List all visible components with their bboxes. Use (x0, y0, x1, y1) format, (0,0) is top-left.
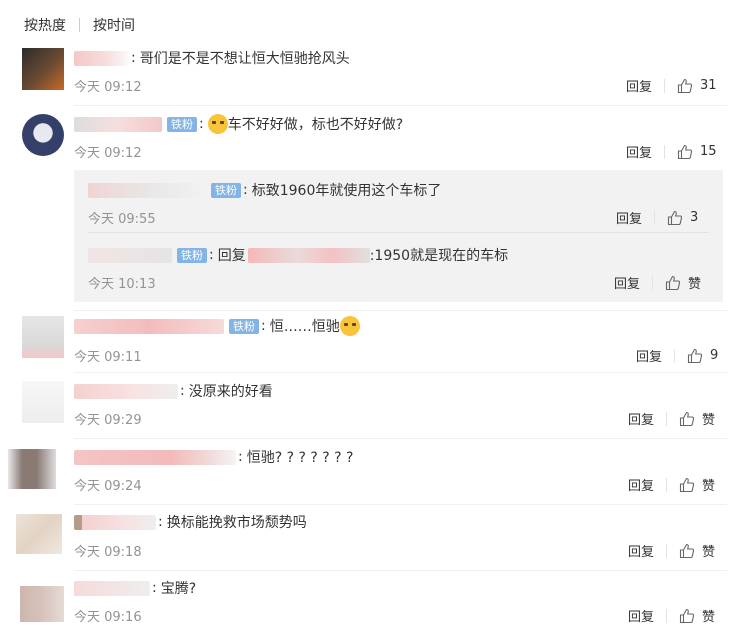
reply-thread: 铁粉 : 标致1960年就使用这个车标了 今天 09:55 回复 3 铁粉 : … (74, 170, 723, 302)
thumbs-up-icon (679, 411, 695, 426)
username-blurred[interactable] (88, 247, 172, 263)
like-count: 9 (710, 348, 719, 363)
comment-text: 车不好好做，标也不好好做? (227, 117, 404, 133)
divider (74, 105, 727, 106)
thumbs-up-icon (677, 144, 693, 159)
like-count: 15 (700, 144, 717, 159)
username-blurred[interactable] (74, 449, 236, 465)
like-button[interactable]: 赞 (679, 541, 715, 560)
like-button[interactable]: 9 (687, 348, 718, 364)
thumbs-up-icon (679, 608, 695, 623)
reply-prefix: 回复 (217, 248, 246, 264)
username-blurred[interactable] (74, 514, 156, 530)
fan-badge: 铁粉 (177, 247, 207, 263)
thumbs-up-icon (679, 477, 695, 492)
divider (74, 438, 727, 439)
divider (74, 372, 727, 373)
reply-button[interactable]: 回复 (628, 475, 654, 494)
like-button[interactable]: 3 (667, 210, 698, 226)
tab-separator (79, 18, 80, 32)
comment-text: 恒……恒驰 (269, 319, 340, 335)
reply-button[interactable]: 回复 (628, 541, 654, 560)
avatar[interactable] (20, 586, 64, 622)
divider (74, 310, 727, 311)
reply-button[interactable]: 回复 (616, 208, 642, 227)
like-button[interactable]: 赞 (679, 606, 715, 625)
username-blurred[interactable] (74, 116, 162, 132)
divider (88, 232, 709, 233)
comment-text: 恒驰? ? ? ? ? ? ? (246, 450, 354, 466)
fan-badge: 铁粉 (167, 116, 197, 132)
reply-button[interactable]: 回复 (628, 409, 654, 428)
like-count: 31 (700, 78, 717, 93)
like-button[interactable]: 15 (677, 144, 717, 160)
comment-text: 没原来的好看 (188, 384, 273, 400)
avatar[interactable] (22, 316, 64, 358)
divider (74, 570, 727, 571)
thumbs-up-icon (687, 348, 703, 363)
sort-tabs: 按热度 按时间 (24, 14, 135, 36)
reply-button[interactable]: 回复 (636, 346, 662, 365)
comment-text: 哥们是不是不想让恒大恒驰抢风头 (139, 51, 350, 67)
username-blurred[interactable] (74, 318, 224, 334)
reply-button[interactable]: 回复 (626, 142, 652, 161)
username-blurred[interactable] (88, 182, 206, 198)
like-label: 赞 (702, 610, 716, 625)
thumbs-up-icon (667, 210, 683, 225)
like-button[interactable]: 31 (677, 78, 717, 94)
thumbs-up-icon (677, 78, 693, 93)
avatar[interactable] (22, 381, 64, 423)
like-label: 赞 (702, 545, 716, 560)
comment-time: 今天 09:24 (74, 479, 142, 494)
reply-time: 今天 10:13 (88, 277, 156, 292)
thumbs-up-icon (679, 543, 695, 558)
fan-badge: 铁粉 (211, 182, 241, 198)
comment-text: 换标能挽救市场颓势吗 (166, 515, 307, 531)
fan-badge: 铁粉 (229, 318, 259, 334)
reply-text: :1950就是现在的车标 (369, 248, 509, 264)
username-blurred[interactable] (74, 383, 178, 399)
comment-time: 今天 09:12 (74, 146, 142, 161)
like-button[interactable]: 赞 (665, 273, 701, 292)
username-blurred[interactable] (74, 50, 129, 66)
tab-sort-by-hot[interactable]: 按热度 (24, 15, 66, 35)
comment-time: 今天 09:11 (74, 350, 142, 365)
avatar[interactable] (22, 114, 64, 156)
comment-text: 宝腾? (160, 581, 197, 597)
avatar[interactable] (16, 514, 62, 554)
tab-sort-by-time[interactable]: 按时间 (93, 15, 135, 35)
avatar[interactable] (22, 48, 64, 90)
comment-time: 今天 09:18 (74, 545, 142, 560)
reply-time: 今天 09:55 (88, 212, 156, 227)
like-label: 赞 (702, 479, 716, 494)
username-blurred[interactable] (74, 580, 150, 596)
reply-button[interactable]: 回复 (614, 273, 640, 292)
like-count: 3 (690, 210, 699, 225)
reply-button[interactable]: 回复 (628, 606, 654, 625)
avatar[interactable] (8, 449, 56, 489)
surprised-emoji-icon (339, 316, 360, 336)
like-label: 赞 (688, 277, 702, 292)
like-button[interactable]: 赞 (679, 409, 715, 428)
comment-time: 今天 09:12 (74, 80, 142, 95)
comment-time: 今天 09:16 (74, 610, 142, 625)
reply-button[interactable]: 回复 (626, 76, 652, 95)
like-label: 赞 (702, 413, 716, 428)
reply-to-username-blurred[interactable] (247, 247, 370, 263)
divider (74, 504, 727, 505)
thumbs-up-icon (665, 275, 681, 290)
reply-text: 标致1960年就使用这个车标了 (251, 183, 442, 199)
comment-time: 今天 09:29 (74, 413, 142, 428)
grimace-emoji-icon (207, 114, 228, 134)
like-button[interactable]: 赞 (679, 475, 715, 494)
